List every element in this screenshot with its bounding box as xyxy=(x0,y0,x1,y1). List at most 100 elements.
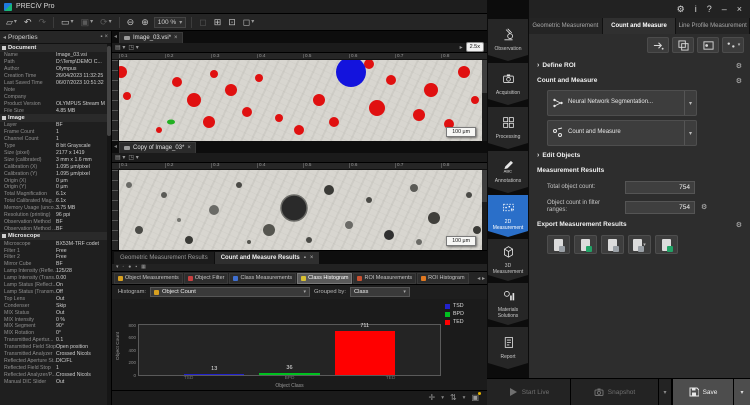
options-button[interactable]: ▾ xyxy=(722,37,744,53)
tab-count-and-measure[interactable]: Count and Measure xyxy=(603,18,677,34)
copy-objects-button[interactable] xyxy=(672,37,694,53)
tab-geometric-measurement[interactable]: Geometric Measurement xyxy=(529,18,603,34)
gear-icon[interactable]: ⚙ xyxy=(736,221,742,229)
chevron-down-icon[interactable]: ▾ xyxy=(684,91,692,115)
close-properties-icon[interactable]: × xyxy=(104,34,108,40)
property-section-header[interactable]: Document xyxy=(0,44,107,52)
property-section-header[interactable]: Microscope xyxy=(0,232,107,240)
results-subtab[interactable]: ROI Histogram xyxy=(417,273,468,284)
results-tab[interactable]: Geometric Measurement Results xyxy=(114,252,214,264)
nav-item-annotations[interactable]: ABCAnnotations xyxy=(488,151,528,193)
export-workbook-button[interactable] xyxy=(655,235,678,254)
specimen-image-annotated[interactable]: 100 μm xyxy=(119,60,482,141)
tab-image-03[interactable]: Image_03.vsi* × xyxy=(119,32,183,43)
export-csv-button[interactable] xyxy=(547,235,570,254)
dock-left-icon[interactable]: ◂ xyxy=(3,34,6,41)
define-roi-section[interactable]: › Define ROI ⚙ xyxy=(537,58,742,73)
minimize-icon[interactable]: – xyxy=(722,5,727,14)
undo-icon[interactable]: ↶ xyxy=(22,17,34,28)
save-dropdown[interactable]: ▾ xyxy=(734,379,750,405)
snapshot-button[interactable]: Snapshot xyxy=(571,379,659,405)
open-file-icon[interactable]: ▱▾ xyxy=(4,17,19,28)
close-icon[interactable]: × xyxy=(737,5,742,14)
display-mode-icon[interactable]: ◻▾ xyxy=(241,17,257,28)
pin-icon[interactable]: ▪ xyxy=(304,255,306,261)
layers-icon[interactable]: ▤ ▾ xyxy=(115,154,125,161)
info-icon[interactable]: i xyxy=(695,5,697,14)
fit-width-icon[interactable]: ⊞ xyxy=(212,17,224,28)
tab-scroll-left-icon[interactable]: ◂ xyxy=(114,143,117,150)
close-icon[interactable]: × xyxy=(310,255,314,261)
count-and-measure-button[interactable]: Count and Measure ▾ xyxy=(547,120,697,146)
select-tool-icon[interactable]: ▭▾ xyxy=(59,17,76,28)
display-notification-icon[interactable]: ▣ xyxy=(471,394,479,402)
stage-xy-icon[interactable]: ✛ xyxy=(429,394,436,402)
nav-item-3d-measurement[interactable]: 3D Measurement xyxy=(488,239,528,281)
settings-icon[interactable]: ⚙ xyxy=(677,5,685,14)
image-viewer: ◂ Image_03.vsi* × ▤ ▾ ◳ ▾ ▸ 2.5x xyxy=(112,31,487,405)
image-file-icon xyxy=(124,36,130,40)
left-region: PRECiV Pro ▱▾↶↷▭▾▣▾⟳▾⊖⊕100 %▾◻⊞⊡◻▾ ◂ Pro… xyxy=(0,0,487,405)
close-tab-icon[interactable]: × xyxy=(174,35,178,41)
edit-objects-section[interactable]: › Edit Objects xyxy=(537,148,742,163)
properties-scrollbar[interactable] xyxy=(107,44,111,405)
results-subtab[interactable]: ROI Measurements xyxy=(353,273,416,284)
neural-network-segmentation-button[interactable]: Neural Network Segmentation... ▾ xyxy=(547,90,697,116)
chevron-down-icon[interactable]: ▾ xyxy=(463,395,466,401)
send-results-button[interactable] xyxy=(647,37,669,53)
nav-item-2d-measurement[interactable]: 2D Measurement xyxy=(488,195,528,237)
gear-icon[interactable]: ⚙ xyxy=(736,62,742,70)
histogram-measurement-dropdown[interactable]: Object Count ▾ xyxy=(150,287,310,297)
gear-icon[interactable]: ⚙ xyxy=(701,203,707,211)
nav-item-observation[interactable]: Observation xyxy=(488,19,528,61)
rotate-tool-icon[interactable]: ⟳▾ xyxy=(98,17,114,28)
specimen-image-raw[interactable]: 100 μm xyxy=(119,170,482,251)
gear-icon[interactable]: ⚙ xyxy=(736,77,742,85)
export-text-button[interactable] xyxy=(601,235,624,254)
zoom-out-icon[interactable]: ⊖ xyxy=(125,17,137,28)
properties-title: Properties xyxy=(8,34,98,41)
results-tool-icon[interactable]: ● xyxy=(128,265,131,270)
subtab-scroll-arrows[interactable]: ◂ ▸ xyxy=(477,275,485,282)
export-excel-button[interactable] xyxy=(574,235,597,254)
results-tab[interactable]: Count and Measure Results▪× xyxy=(215,252,320,264)
results-tool-icon[interactable]: ◦ xyxy=(123,265,125,270)
start-live-button[interactable]: Start Live xyxy=(487,379,571,405)
zoom-level-dropdown[interactable]: 100 %▾ xyxy=(154,17,186,28)
copy-tool-icon[interactable]: ▣▾ xyxy=(79,17,96,28)
stage-z-icon[interactable]: ⇅ xyxy=(450,394,457,402)
results-subtab[interactable]: Object Filter xyxy=(184,273,229,284)
results-subtab[interactable]: Class Measurements xyxy=(229,273,296,284)
grouped-by-dropdown[interactable]: Class ▾ xyxy=(350,287,410,297)
property-section-header[interactable]: Image xyxy=(0,114,107,122)
nav-item-materials-solutions[interactable]: Materials Solutions xyxy=(488,283,528,325)
nav-item-processing[interactable]: Processing xyxy=(488,107,528,149)
tab-scroll-left-icon[interactable]: ◂ xyxy=(114,33,117,40)
results-tool-icon[interactable]: ▪ xyxy=(135,265,137,270)
chevron-down-icon[interactable]: ▾ xyxy=(441,395,444,401)
snapshot-dropdown[interactable]: ▾ xyxy=(659,379,673,405)
save-button[interactable]: Save xyxy=(673,379,734,405)
results-subtab[interactable]: Object Measurements xyxy=(114,273,183,284)
results-tool-icon[interactable]: ▾ xyxy=(116,265,119,270)
pin-icon[interactable]: ▪ xyxy=(100,34,102,40)
export-image-button[interactable]: ▾ xyxy=(628,235,651,254)
results-tool-icon[interactable]: ▦ xyxy=(141,265,146,270)
actual-size-icon[interactable]: ⊡ xyxy=(226,17,238,28)
results-subtab[interactable]: Class Histogram xyxy=(297,273,352,284)
overlay-icon[interactable]: ◳ ▾ xyxy=(128,44,138,51)
play-overview-icon[interactable]: ▸ xyxy=(460,44,463,51)
tab-copy-of-image-03[interactable]: Copy of Image_03* × xyxy=(119,142,196,153)
close-tab-icon[interactable]: × xyxy=(187,145,191,151)
zoom-in-icon[interactable]: ⊕ xyxy=(139,17,151,28)
help-icon[interactable]: ? xyxy=(707,5,712,14)
tab-line-profile-measurement[interactable]: Line Profile Measurement xyxy=(676,18,750,34)
redo-icon[interactable]: ↷ xyxy=(36,17,48,28)
burn-overlay-button[interactable] xyxy=(697,37,719,53)
fit-window-icon[interactable]: ◻ xyxy=(197,17,208,28)
nav-item-report[interactable]: Report xyxy=(488,327,528,369)
layers-icon[interactable]: ▤ ▾ xyxy=(115,44,125,51)
overlay-icon[interactable]: ◳ ▾ xyxy=(128,154,138,161)
nav-item-acquisition[interactable]: Acquisition xyxy=(488,63,528,105)
chevron-down-icon[interactable]: ▾ xyxy=(684,121,692,145)
